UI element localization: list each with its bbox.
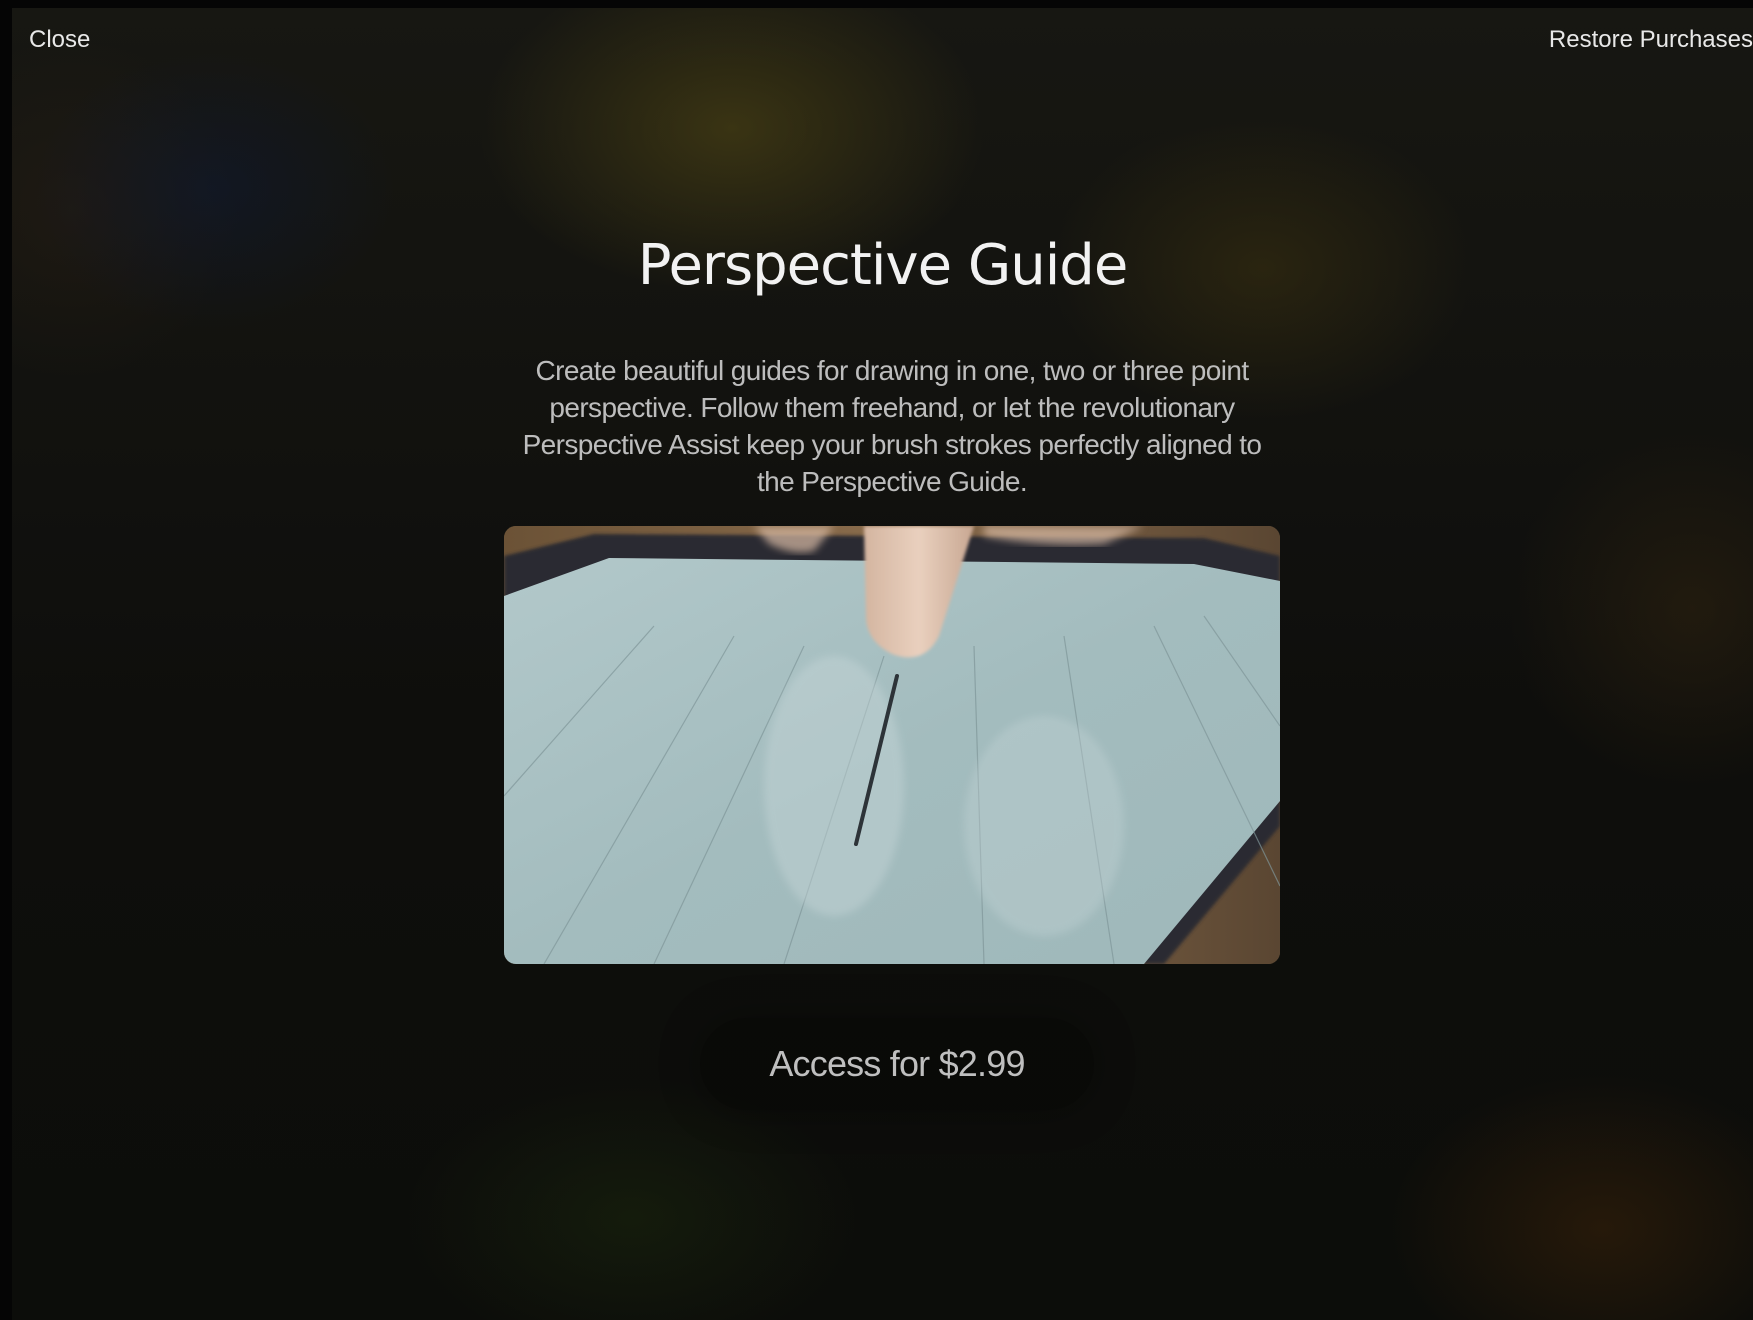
feature-title: Perspective Guide	[637, 233, 1129, 298]
restore-purchases-button[interactable]: Restore Purchases	[1549, 26, 1753, 54]
feature-description: Create beautiful guides for drawing in o…	[522, 355, 1262, 497]
purchase-button[interactable]: Access for $2.99	[700, 1018, 1094, 1110]
upgrade-screen: Close Restore Purchases Perspective Guid…	[12, 8, 1753, 1320]
feature-preview-image	[504, 526, 1280, 964]
close-button[interactable]: Close	[29, 26, 90, 54]
